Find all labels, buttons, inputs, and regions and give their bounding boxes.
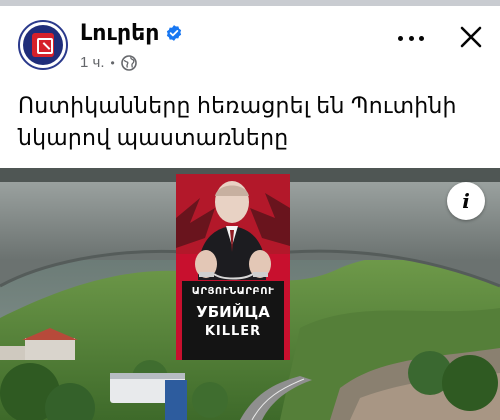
info-glyph: i [462,189,470,213]
page-name-row: Լուրեր [80,20,183,46]
post-header: Լուրեր 1 ч. • [0,6,500,84]
avatar-logo-background [23,25,63,65]
banner-text-russian: УБИЙЦА [196,303,270,321]
more-options-icon[interactable] [398,28,424,48]
page-avatar[interactable] [18,20,68,70]
page-name-link[interactable]: Լուրեր [80,20,159,46]
post-timestamp[interactable]: 1 ч. [80,54,105,71]
verified-badge-icon [167,25,182,41]
info-icon[interactable]: i [447,182,485,220]
globe-icon[interactable] [120,54,137,71]
banner-text-english: KILLER [204,324,262,339]
post-caption: Ոստիկանները հեռացրել են Պուտինի նկարով պ… [18,93,457,150]
banner-text-armenian: ԱՐՅՈՒՆԱՐԲՈՒ [191,286,275,297]
news-logo-icon [32,33,54,57]
close-icon[interactable] [458,24,484,50]
post-meta-row: 1 ч. • [80,54,137,71]
meta-separator: • [110,55,115,70]
